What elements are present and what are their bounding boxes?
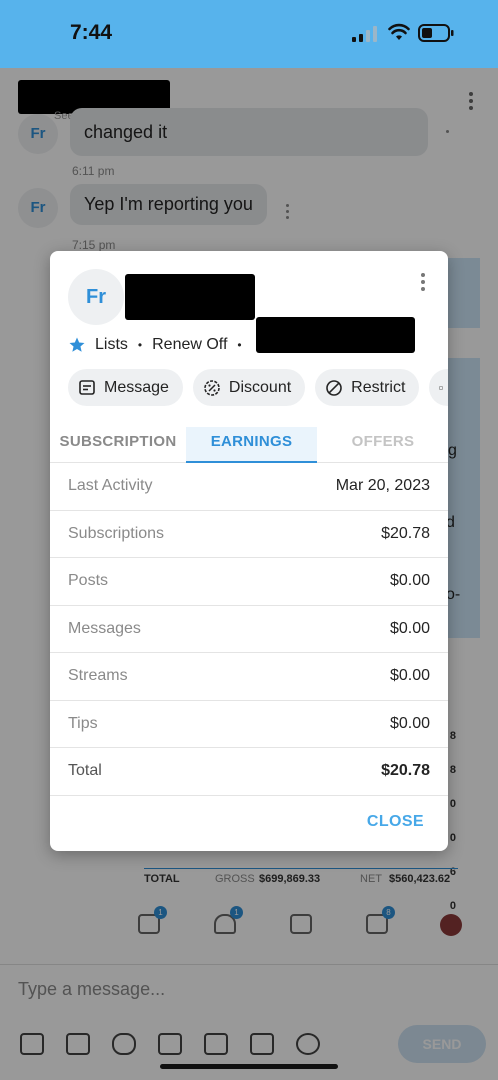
tab-offers[interactable]: OFFERS: [328, 427, 438, 463]
status-time: 7:44: [70, 21, 113, 44]
row-value: $0.00: [389, 714, 430, 732]
discount-button-label: Discount: [228, 378, 292, 396]
earnings-row-last-activity: Last Activity Mar 20, 2023: [50, 463, 448, 511]
tab-subscription[interactable]: SUBSCRIPTION: [50, 427, 186, 463]
tab-earnings[interactable]: EARNINGS: [186, 427, 317, 463]
message-button-label: Message: [104, 378, 169, 396]
earnings-row-total: Total $20.78: [50, 748, 448, 796]
row-value: Mar 20, 2023: [335, 477, 430, 494]
status-bar: 7:44: [0, 0, 498, 68]
more-actions-button[interactable]: [429, 369, 448, 406]
row-label: Total: [68, 762, 102, 779]
modal-tabs: SUBSCRIPTION EARNINGS OFFERS: [50, 427, 448, 463]
row-label: Messages: [68, 619, 141, 637]
renew-status: Renew Off: [152, 336, 228, 353]
message-button[interactable]: Message: [68, 369, 183, 406]
row-value: $20.78: [381, 524, 430, 542]
star-icon: [69, 337, 85, 352]
earnings-row-streams: Streams $0.00: [50, 653, 448, 701]
fan-details-modal: Fr Lists • Renew Off • Message Discount …: [50, 251, 448, 851]
overflow-action-icon: [439, 385, 444, 390]
row-label: Last Activity: [68, 477, 153, 494]
action-chips: Message Discount Restrict: [68, 369, 448, 407]
earnings-row-messages: Messages $0.00: [50, 606, 448, 653]
earnings-row-tips: Tips $0.00: [50, 701, 448, 748]
earnings-row-subscriptions: Subscriptions $20.78: [50, 511, 448, 558]
fan-avatar: Fr: [68, 269, 124, 325]
row-value: $0.00: [389, 619, 430, 637]
lists-link[interactable]: Lists: [95, 336, 128, 354]
earnings-row-posts: Posts $0.00: [50, 558, 448, 606]
row-label: Posts: [68, 572, 109, 589]
row-value: $0.00: [389, 667, 430, 684]
home-indicator: [160, 1064, 338, 1069]
discount-icon: [204, 379, 220, 396]
row-label: Tips: [68, 714, 98, 732]
discount-button[interactable]: Discount: [192, 369, 306, 406]
row-label: Subscriptions: [68, 524, 165, 542]
battery-icon: [418, 24, 454, 42]
redacted-info: [256, 317, 415, 353]
modal-more-icon[interactable]: [420, 273, 426, 293]
message-icon: [79, 379, 95, 395]
row-value: $20.78: [381, 762, 430, 779]
restrict-icon: [326, 379, 342, 396]
wifi-icon: [388, 23, 410, 40]
redacted-name: [125, 274, 255, 320]
row-label: Streams: [68, 667, 128, 684]
close-button[interactable]: CLOSE: [367, 813, 424, 831]
row-value: $0.00: [389, 572, 430, 589]
separator-dot: •: [137, 338, 143, 352]
earnings-list: Last Activity Mar 20, 2023 Subscriptions…: [50, 463, 448, 796]
separator-dot: •: [237, 338, 242, 352]
signal-icon: [352, 26, 377, 42]
restrict-button-label: Restrict: [351, 378, 406, 396]
restrict-button[interactable]: Restrict: [315, 369, 420, 406]
fan-meta-row: Lists • Renew Off •: [68, 335, 252, 355]
